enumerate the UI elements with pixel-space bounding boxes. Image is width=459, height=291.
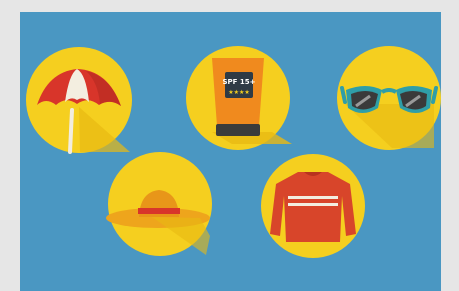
spf-label: SPF 15+: [223, 78, 256, 86]
sweater-icon: [261, 154, 365, 258]
spf-rating-stars: ★★★★: [228, 89, 250, 96]
sunglasses-icon: [337, 46, 441, 150]
beach-umbrella-icon: [26, 47, 132, 154]
illustration-canvas: SPF 15+ ★★★★: [20, 12, 441, 291]
summer-icons-illustration: SPF 15+ ★★★★: [20, 12, 441, 291]
